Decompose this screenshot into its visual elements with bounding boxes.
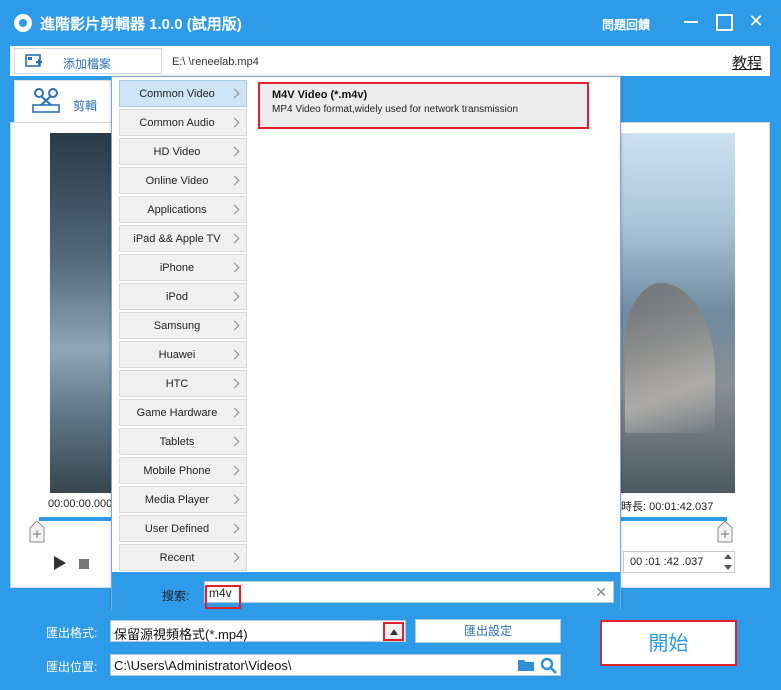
format-category-item[interactable]: Common Audio bbox=[119, 109, 247, 136]
add-file-icon bbox=[25, 54, 42, 67]
format-category-item[interactable]: iPod bbox=[119, 283, 247, 310]
result-highlight-frame bbox=[258, 82, 589, 129]
close-icon[interactable]: ✕ bbox=[747, 12, 765, 30]
time-start: 00:00:00.000 bbox=[48, 498, 113, 510]
format-search-row: 搜索: m4v ✕ bbox=[112, 572, 620, 610]
format-search-input[interactable]: m4v ✕ bbox=[204, 581, 614, 603]
format-category-label: Recent bbox=[159, 552, 195, 564]
tutorial-link[interactable]: 教程 bbox=[732, 52, 762, 73]
export-format-label: 匯出格式: bbox=[46, 626, 98, 640]
format-category-label: Applications bbox=[147, 204, 207, 216]
tab-edit[interactable]: 剪輯 bbox=[14, 80, 118, 122]
format-category-item[interactable]: Huawei bbox=[119, 341, 247, 368]
time-total: 時長: 00:01:42.037 bbox=[621, 501, 714, 513]
preview-scene bbox=[625, 283, 715, 433]
chevron-up-icon[interactable] bbox=[383, 622, 404, 641]
export-location-input[interactable]: C:\Users\Administrator\Videos\ bbox=[110, 654, 561, 676]
format-category-label: Common Audio bbox=[139, 117, 215, 129]
format-results: M4V Video (*.m4v) MP4 Video format,widel… bbox=[247, 77, 615, 572]
feedback-link[interactable]: 問題回饋 bbox=[602, 16, 650, 33]
format-category-item[interactable]: Tablets bbox=[119, 428, 247, 455]
format-category-label: Samsung bbox=[153, 320, 201, 332]
format-category-label: HD Video bbox=[153, 146, 201, 158]
format-category-label: Mobile Phone bbox=[143, 465, 211, 477]
format-category-item[interactable]: Mobile Phone bbox=[119, 457, 247, 484]
format-category-label: iPod bbox=[165, 291, 189, 303]
format-category-item[interactable]: Game Hardware bbox=[119, 399, 247, 426]
format-category-label: Game Hardware bbox=[136, 407, 218, 419]
format-category-label: Online Video bbox=[145, 175, 209, 187]
format-category-label: HTC bbox=[165, 378, 189, 390]
export-format-value: 保留源視頻格式(*.mp4) bbox=[114, 627, 248, 642]
end-time-stepper[interactable]: 00 :01 :42 .037 bbox=[623, 551, 735, 573]
export-format-select[interactable]: 保留源視頻格式(*.mp4) bbox=[110, 620, 406, 642]
maximize-icon[interactable] bbox=[714, 12, 733, 31]
folder-icon[interactable] bbox=[517, 658, 535, 672]
trim-handle-right-icon[interactable] bbox=[717, 521, 733, 543]
file-toolbar: 添加檔案 E:\ \reneelab.mp4 教程 bbox=[10, 46, 770, 76]
format-category-item[interactable]: Applications bbox=[119, 196, 247, 223]
format-category-item[interactable]: Online Video bbox=[119, 167, 247, 194]
video-preview-right bbox=[615, 133, 735, 493]
format-category-label: Common Video bbox=[139, 88, 215, 100]
scissors-film-icon bbox=[32, 88, 60, 113]
title-bar: 進階影片剪輯器 1.0.0 (試用版) 問題回饋 ✕ bbox=[0, 0, 781, 46]
format-category-label: iPhone bbox=[159, 262, 195, 274]
format-category-item[interactable]: User Defined bbox=[119, 515, 247, 542]
format-category-label: User Defined bbox=[144, 523, 210, 535]
file-path: E:\ \reneelab.mp4 bbox=[172, 56, 259, 68]
stop-icon[interactable] bbox=[79, 559, 89, 569]
format-popup: Common Video Common Audio HD Video Online V… bbox=[111, 76, 621, 610]
add-file-label: 添加檔案 bbox=[63, 57, 112, 71]
trim-handle-left-icon[interactable] bbox=[29, 521, 45, 543]
search-highlight-frame bbox=[205, 585, 241, 609]
format-category-item[interactable]: iPad && Apple TV bbox=[119, 225, 247, 252]
app-title: 進階影片剪輯器 1.0.0 (試用版) bbox=[40, 16, 242, 33]
clear-icon[interactable]: ✕ bbox=[595, 584, 607, 601]
search-label: 搜索: bbox=[162, 589, 190, 603]
format-category-item[interactable]: HD Video bbox=[119, 138, 247, 165]
search-icon[interactable] bbox=[540, 657, 557, 674]
spin-up-icon[interactable] bbox=[724, 554, 732, 559]
end-time-value: 00 :01 :42 .037 bbox=[630, 556, 704, 568]
format-category-label: Tablets bbox=[159, 436, 195, 448]
spin-down-icon[interactable] bbox=[724, 565, 732, 570]
tab-edit-label: 剪輯 bbox=[73, 99, 98, 113]
format-category-item[interactable]: Media Player bbox=[119, 486, 247, 513]
format-category-label: iPad && Apple TV bbox=[133, 233, 221, 245]
start-button[interactable]: 開始 bbox=[600, 620, 737, 666]
format-category-item[interactable]: Samsung bbox=[119, 312, 247, 339]
export-bar: 匯出格式: 保留源視頻格式(*.mp4) 匯出設定 匯出位置: C:\Users… bbox=[0, 610, 781, 690]
export-location-value: C:\Users\Administrator\Videos\ bbox=[114, 658, 292, 673]
format-category-list: Common Video Common Audio HD Video Online V… bbox=[112, 77, 247, 572]
format-category-item[interactable]: Common Video bbox=[119, 80, 247, 107]
minimize-icon[interactable] bbox=[682, 12, 700, 30]
format-category-item[interactable]: Recent bbox=[119, 544, 247, 571]
format-category-item[interactable]: HTC bbox=[119, 370, 247, 397]
format-category-label: Huawei bbox=[158, 349, 196, 361]
format-category-label: Media Player bbox=[144, 494, 210, 506]
add-file-button[interactable]: 添加檔案 bbox=[14, 48, 162, 74]
format-category-item[interactable]: iPhone bbox=[119, 254, 247, 281]
film-reel-icon bbox=[14, 14, 32, 32]
export-location-label: 匯出位置: bbox=[46, 660, 98, 674]
export-settings-button[interactable]: 匯出設定 bbox=[415, 619, 561, 643]
play-icon[interactable] bbox=[53, 555, 67, 571]
